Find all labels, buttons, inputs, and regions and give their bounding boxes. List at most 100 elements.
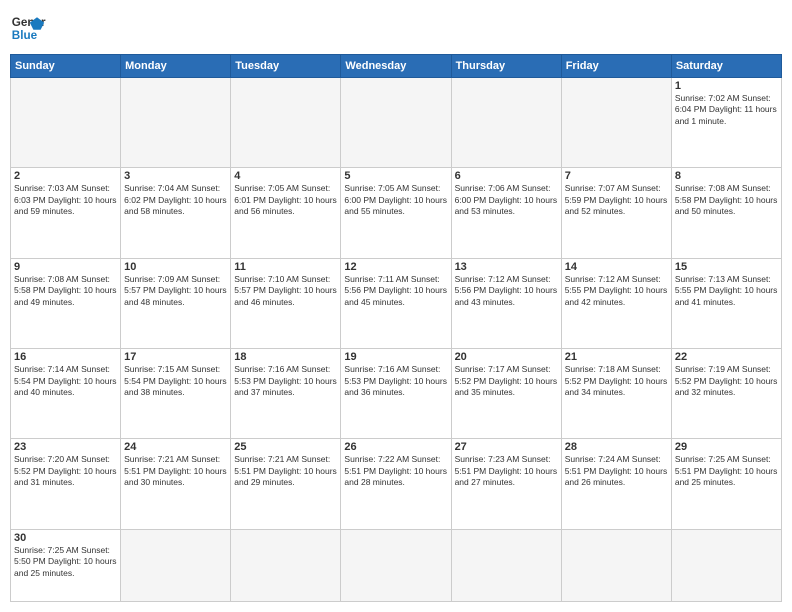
day-info: Sunrise: 7:03 AM Sunset: 6:03 PM Dayligh…	[14, 183, 117, 217]
calendar-day-cell: 27Sunrise: 7:23 AM Sunset: 5:51 PM Dayli…	[451, 439, 561, 529]
calendar-day-cell: 17Sunrise: 7:15 AM Sunset: 5:54 PM Dayli…	[121, 349, 231, 439]
calendar-day-cell: 21Sunrise: 7:18 AM Sunset: 5:52 PM Dayli…	[561, 349, 671, 439]
day-number: 20	[455, 351, 558, 363]
calendar-day-cell: 15Sunrise: 7:13 AM Sunset: 5:55 PM Dayli…	[671, 258, 781, 348]
day-number: 22	[675, 351, 778, 363]
day-info: Sunrise: 7:21 AM Sunset: 5:51 PM Dayligh…	[124, 454, 227, 488]
day-info: Sunrise: 7:09 AM Sunset: 5:57 PM Dayligh…	[124, 274, 227, 308]
day-number: 14	[565, 261, 668, 273]
calendar-day-cell: 4Sunrise: 7:05 AM Sunset: 6:01 PM Daylig…	[231, 168, 341, 258]
day-info: Sunrise: 7:23 AM Sunset: 5:51 PM Dayligh…	[455, 454, 558, 488]
calendar-day-cell: 25Sunrise: 7:21 AM Sunset: 5:51 PM Dayli…	[231, 439, 341, 529]
day-info: Sunrise: 7:16 AM Sunset: 5:53 PM Dayligh…	[234, 364, 337, 398]
calendar-day-cell: 19Sunrise: 7:16 AM Sunset: 5:53 PM Dayli…	[341, 349, 451, 439]
weekday-header-sunday: Sunday	[11, 55, 121, 78]
day-number: 10	[124, 261, 227, 273]
calendar-day-cell	[121, 529, 231, 601]
day-number: 11	[234, 261, 337, 273]
calendar-day-cell: 24Sunrise: 7:21 AM Sunset: 5:51 PM Dayli…	[121, 439, 231, 529]
day-number: 23	[14, 441, 117, 453]
calendar-day-cell: 13Sunrise: 7:12 AM Sunset: 5:56 PM Dayli…	[451, 258, 561, 348]
generalblue-logo-icon: General Blue	[10, 10, 46, 46]
calendar-day-cell: 2Sunrise: 7:03 AM Sunset: 6:03 PM Daylig…	[11, 168, 121, 258]
day-info: Sunrise: 7:21 AM Sunset: 5:51 PM Dayligh…	[234, 454, 337, 488]
day-info: Sunrise: 7:15 AM Sunset: 5:54 PM Dayligh…	[124, 364, 227, 398]
calendar-day-cell: 6Sunrise: 7:06 AM Sunset: 6:00 PM Daylig…	[451, 168, 561, 258]
calendar-day-cell	[11, 78, 121, 168]
calendar-day-cell	[341, 78, 451, 168]
calendar-day-cell: 9Sunrise: 7:08 AM Sunset: 5:58 PM Daylig…	[11, 258, 121, 348]
day-info: Sunrise: 7:12 AM Sunset: 5:55 PM Dayligh…	[565, 274, 668, 308]
day-number: 25	[234, 441, 337, 453]
calendar-day-cell: 3Sunrise: 7:04 AM Sunset: 6:02 PM Daylig…	[121, 168, 231, 258]
day-info: Sunrise: 7:20 AM Sunset: 5:52 PM Dayligh…	[14, 454, 117, 488]
day-number: 17	[124, 351, 227, 363]
calendar-day-cell: 10Sunrise: 7:09 AM Sunset: 5:57 PM Dayli…	[121, 258, 231, 348]
weekday-header-saturday: Saturday	[671, 55, 781, 78]
day-number: 16	[14, 351, 117, 363]
day-info: Sunrise: 7:08 AM Sunset: 5:58 PM Dayligh…	[675, 183, 778, 217]
day-number: 7	[565, 170, 668, 182]
calendar-day-cell: 29Sunrise: 7:25 AM Sunset: 5:51 PM Dayli…	[671, 439, 781, 529]
page: General Blue SundayMondayTuesdayWednesda…	[0, 0, 792, 612]
day-number: 4	[234, 170, 337, 182]
calendar-week-row: 16Sunrise: 7:14 AM Sunset: 5:54 PM Dayli…	[11, 349, 782, 439]
day-number: 6	[455, 170, 558, 182]
calendar-day-cell: 23Sunrise: 7:20 AM Sunset: 5:52 PM Dayli…	[11, 439, 121, 529]
logo: General Blue	[10, 10, 46, 46]
calendar-week-row: 1Sunrise: 7:02 AM Sunset: 6:04 PM Daylig…	[11, 78, 782, 168]
day-number: 2	[14, 170, 117, 182]
day-info: Sunrise: 7:05 AM Sunset: 6:00 PM Dayligh…	[344, 183, 447, 217]
weekday-header-row: SundayMondayTuesdayWednesdayThursdayFrid…	[11, 55, 782, 78]
weekday-header-thursday: Thursday	[451, 55, 561, 78]
day-number: 18	[234, 351, 337, 363]
day-info: Sunrise: 7:16 AM Sunset: 5:53 PM Dayligh…	[344, 364, 447, 398]
calendar-day-cell: 7Sunrise: 7:07 AM Sunset: 5:59 PM Daylig…	[561, 168, 671, 258]
day-number: 8	[675, 170, 778, 182]
calendar-day-cell	[451, 78, 561, 168]
day-number: 3	[124, 170, 227, 182]
calendar-day-cell: 30Sunrise: 7:25 AM Sunset: 5:50 PM Dayli…	[11, 529, 121, 601]
day-info: Sunrise: 7:06 AM Sunset: 6:00 PM Dayligh…	[455, 183, 558, 217]
day-info: Sunrise: 7:22 AM Sunset: 5:51 PM Dayligh…	[344, 454, 447, 488]
weekday-header-monday: Monday	[121, 55, 231, 78]
calendar-table: SundayMondayTuesdayWednesdayThursdayFrid…	[10, 54, 782, 602]
day-number: 12	[344, 261, 447, 273]
day-number: 5	[344, 170, 447, 182]
day-info: Sunrise: 7:02 AM Sunset: 6:04 PM Dayligh…	[675, 93, 778, 127]
day-info: Sunrise: 7:17 AM Sunset: 5:52 PM Dayligh…	[455, 364, 558, 398]
calendar-day-cell: 11Sunrise: 7:10 AM Sunset: 5:57 PM Dayli…	[231, 258, 341, 348]
day-info: Sunrise: 7:12 AM Sunset: 5:56 PM Dayligh…	[455, 274, 558, 308]
day-number: 21	[565, 351, 668, 363]
day-number: 26	[344, 441, 447, 453]
day-number: 15	[675, 261, 778, 273]
calendar-day-cell: 8Sunrise: 7:08 AM Sunset: 5:58 PM Daylig…	[671, 168, 781, 258]
day-info: Sunrise: 7:18 AM Sunset: 5:52 PM Dayligh…	[565, 364, 668, 398]
day-number: 28	[565, 441, 668, 453]
day-number: 13	[455, 261, 558, 273]
calendar-day-cell	[121, 78, 231, 168]
calendar-day-cell: 1Sunrise: 7:02 AM Sunset: 6:04 PM Daylig…	[671, 78, 781, 168]
calendar-day-cell	[561, 78, 671, 168]
svg-text:Blue: Blue	[12, 29, 38, 42]
day-info: Sunrise: 7:19 AM Sunset: 5:52 PM Dayligh…	[675, 364, 778, 398]
calendar-day-cell: 16Sunrise: 7:14 AM Sunset: 5:54 PM Dayli…	[11, 349, 121, 439]
calendar-day-cell: 12Sunrise: 7:11 AM Sunset: 5:56 PM Dayli…	[341, 258, 451, 348]
calendar-week-row: 9Sunrise: 7:08 AM Sunset: 5:58 PM Daylig…	[11, 258, 782, 348]
day-number: 19	[344, 351, 447, 363]
calendar-day-cell: 14Sunrise: 7:12 AM Sunset: 5:55 PM Dayli…	[561, 258, 671, 348]
day-info: Sunrise: 7:05 AM Sunset: 6:01 PM Dayligh…	[234, 183, 337, 217]
day-number: 24	[124, 441, 227, 453]
calendar-day-cell	[231, 529, 341, 601]
day-info: Sunrise: 7:25 AM Sunset: 5:50 PM Dayligh…	[14, 545, 117, 579]
day-info: Sunrise: 7:10 AM Sunset: 5:57 PM Dayligh…	[234, 274, 337, 308]
day-info: Sunrise: 7:11 AM Sunset: 5:56 PM Dayligh…	[344, 274, 447, 308]
calendar-day-cell: 20Sunrise: 7:17 AM Sunset: 5:52 PM Dayli…	[451, 349, 561, 439]
weekday-header-friday: Friday	[561, 55, 671, 78]
calendar-week-row: 23Sunrise: 7:20 AM Sunset: 5:52 PM Dayli…	[11, 439, 782, 529]
calendar-day-cell: 22Sunrise: 7:19 AM Sunset: 5:52 PM Dayli…	[671, 349, 781, 439]
calendar-week-row: 2Sunrise: 7:03 AM Sunset: 6:03 PM Daylig…	[11, 168, 782, 258]
calendar-day-cell: 26Sunrise: 7:22 AM Sunset: 5:51 PM Dayli…	[341, 439, 451, 529]
day-info: Sunrise: 7:08 AM Sunset: 5:58 PM Dayligh…	[14, 274, 117, 308]
day-number: 9	[14, 261, 117, 273]
